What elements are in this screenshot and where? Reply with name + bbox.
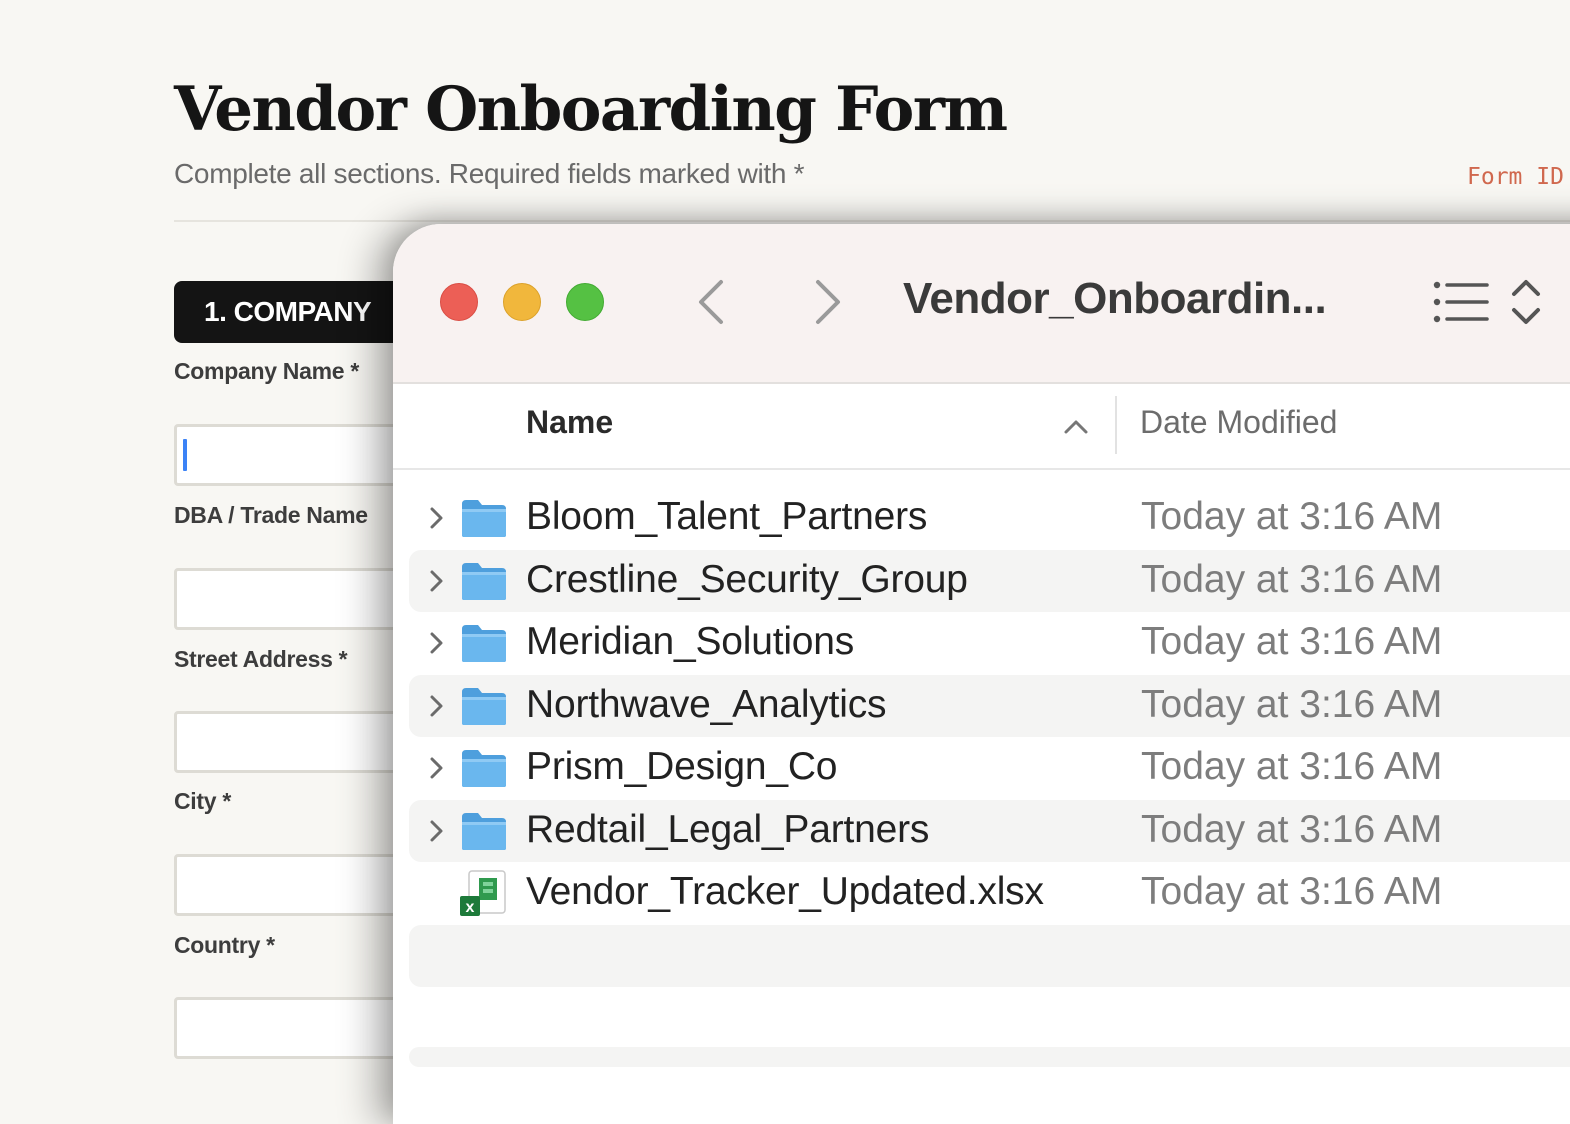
- list-item[interactable]: Meridian_Solutions Today at 3:16 AM: [409, 612, 1570, 675]
- file-date: Today at 3:16 AM: [1141, 620, 1443, 663]
- view-options-chevron-icon[interactable]: [1508, 276, 1544, 328]
- list-item[interactable]: Northwave_Analytics Today at 3:16 AM: [409, 674, 1570, 737]
- file-name: Crestline_Security_Group: [526, 557, 968, 601]
- file-name: Redtail_Legal_Partners: [526, 807, 930, 851]
- file-name: Meridian_Solutions: [526, 620, 855, 663]
- file-date: Today at 3:16 AM: [1141, 870, 1443, 913]
- column-header-name[interactable]: Name: [526, 404, 613, 441]
- file-name: Prism_Design_Co: [526, 745, 838, 788]
- folder-icon: [462, 500, 506, 537]
- form-subtitle: Complete all sections. Required fields m…: [174, 158, 805, 189]
- file-date: Today at 3:16 AM: [1141, 495, 1443, 538]
- folder-icon: [462, 750, 506, 787]
- form-divider: [174, 220, 1570, 222]
- chevron-right-icon[interactable]: [426, 626, 448, 660]
- folder-icon: [462, 562, 506, 600]
- folder-icon: [462, 687, 506, 725]
- chevron-right-icon[interactable]: [426, 501, 448, 535]
- chevron-up-icon[interactable]: [1061, 412, 1091, 442]
- file-date: Today at 3:16 AM: [1141, 557, 1443, 601]
- folder-icon: [462, 812, 506, 850]
- column-divider[interactable]: [1115, 396, 1117, 454]
- country-label: Country *: [174, 932, 275, 958]
- chevron-right-icon[interactable]: [426, 689, 448, 723]
- column-header-date-modified[interactable]: Date Modified: [1140, 404, 1337, 441]
- file-name: Northwave_Analytics: [526, 682, 887, 726]
- file-list: Bloom_Talent_Partners Today at 3:16 AM C…: [393, 487, 1570, 987]
- column-header-row: Name Date Modified: [393, 384, 1570, 470]
- city-label: City *: [174, 788, 231, 814]
- file-name: Bloom_Talent_Partners: [526, 495, 928, 538]
- empty-list-row: [409, 924, 1570, 987]
- forward-icon[interactable]: [796, 272, 856, 332]
- file-name: Vendor_Tracker_Updated.xlsx: [526, 870, 1044, 913]
- form-id-label: Form ID: [1467, 164, 1564, 190]
- svg-text:x: x: [466, 899, 475, 916]
- file-date: Today at 3:16 AM: [1141, 745, 1443, 788]
- list-item[interactable]: Prism_Design_Co Today at 3:16 AM: [409, 737, 1570, 800]
- minimize-icon[interactable]: [503, 283, 541, 321]
- text-caret: [183, 439, 187, 471]
- folder-icon: [462, 625, 506, 662]
- list-item[interactable]: Redtail_Legal_Partners Today at 3:16 AM: [409, 799, 1570, 862]
- back-icon[interactable]: [683, 272, 743, 332]
- street-address-label: Street Address *: [174, 646, 348, 672]
- dba-trade-name-label: DBA / Trade Name: [174, 502, 368, 528]
- list-item[interactable]: Crestline_Security_Group Today at 3:16 A…: [409, 549, 1570, 612]
- list-item[interactable]: Bloom_Talent_Partners Today at 3:16 AM: [409, 487, 1570, 550]
- finder-titlebar: Vendor_Onboardin...: [393, 224, 1570, 384]
- chevron-right-icon[interactable]: [426, 814, 448, 848]
- chevron-right-icon[interactable]: [426, 564, 448, 598]
- list-item[interactable]: x Vendor_Tracker_Updated.xlsx Today at 3…: [409, 862, 1570, 925]
- file-date: Today at 3:16 AM: [1141, 682, 1443, 726]
- close-icon[interactable]: [440, 283, 478, 321]
- list-view-icon[interactable]: [1431, 279, 1491, 325]
- finder-window: Vendor_Onboardin... Name Date Modified B…: [393, 224, 1570, 1124]
- file-date: Today at 3:16 AM: [1141, 807, 1443, 851]
- empty-list-row: [409, 1047, 1570, 1067]
- maximize-icon[interactable]: [566, 283, 604, 321]
- excel-file-icon: x: [460, 870, 506, 916]
- company-name-label: Company Name *: [174, 358, 359, 384]
- form-title: Vendor Onboarding Form: [174, 74, 1008, 145]
- window-title: Vendor_Onboardin...: [903, 274, 1327, 323]
- chevron-right-icon[interactable]: [426, 751, 448, 785]
